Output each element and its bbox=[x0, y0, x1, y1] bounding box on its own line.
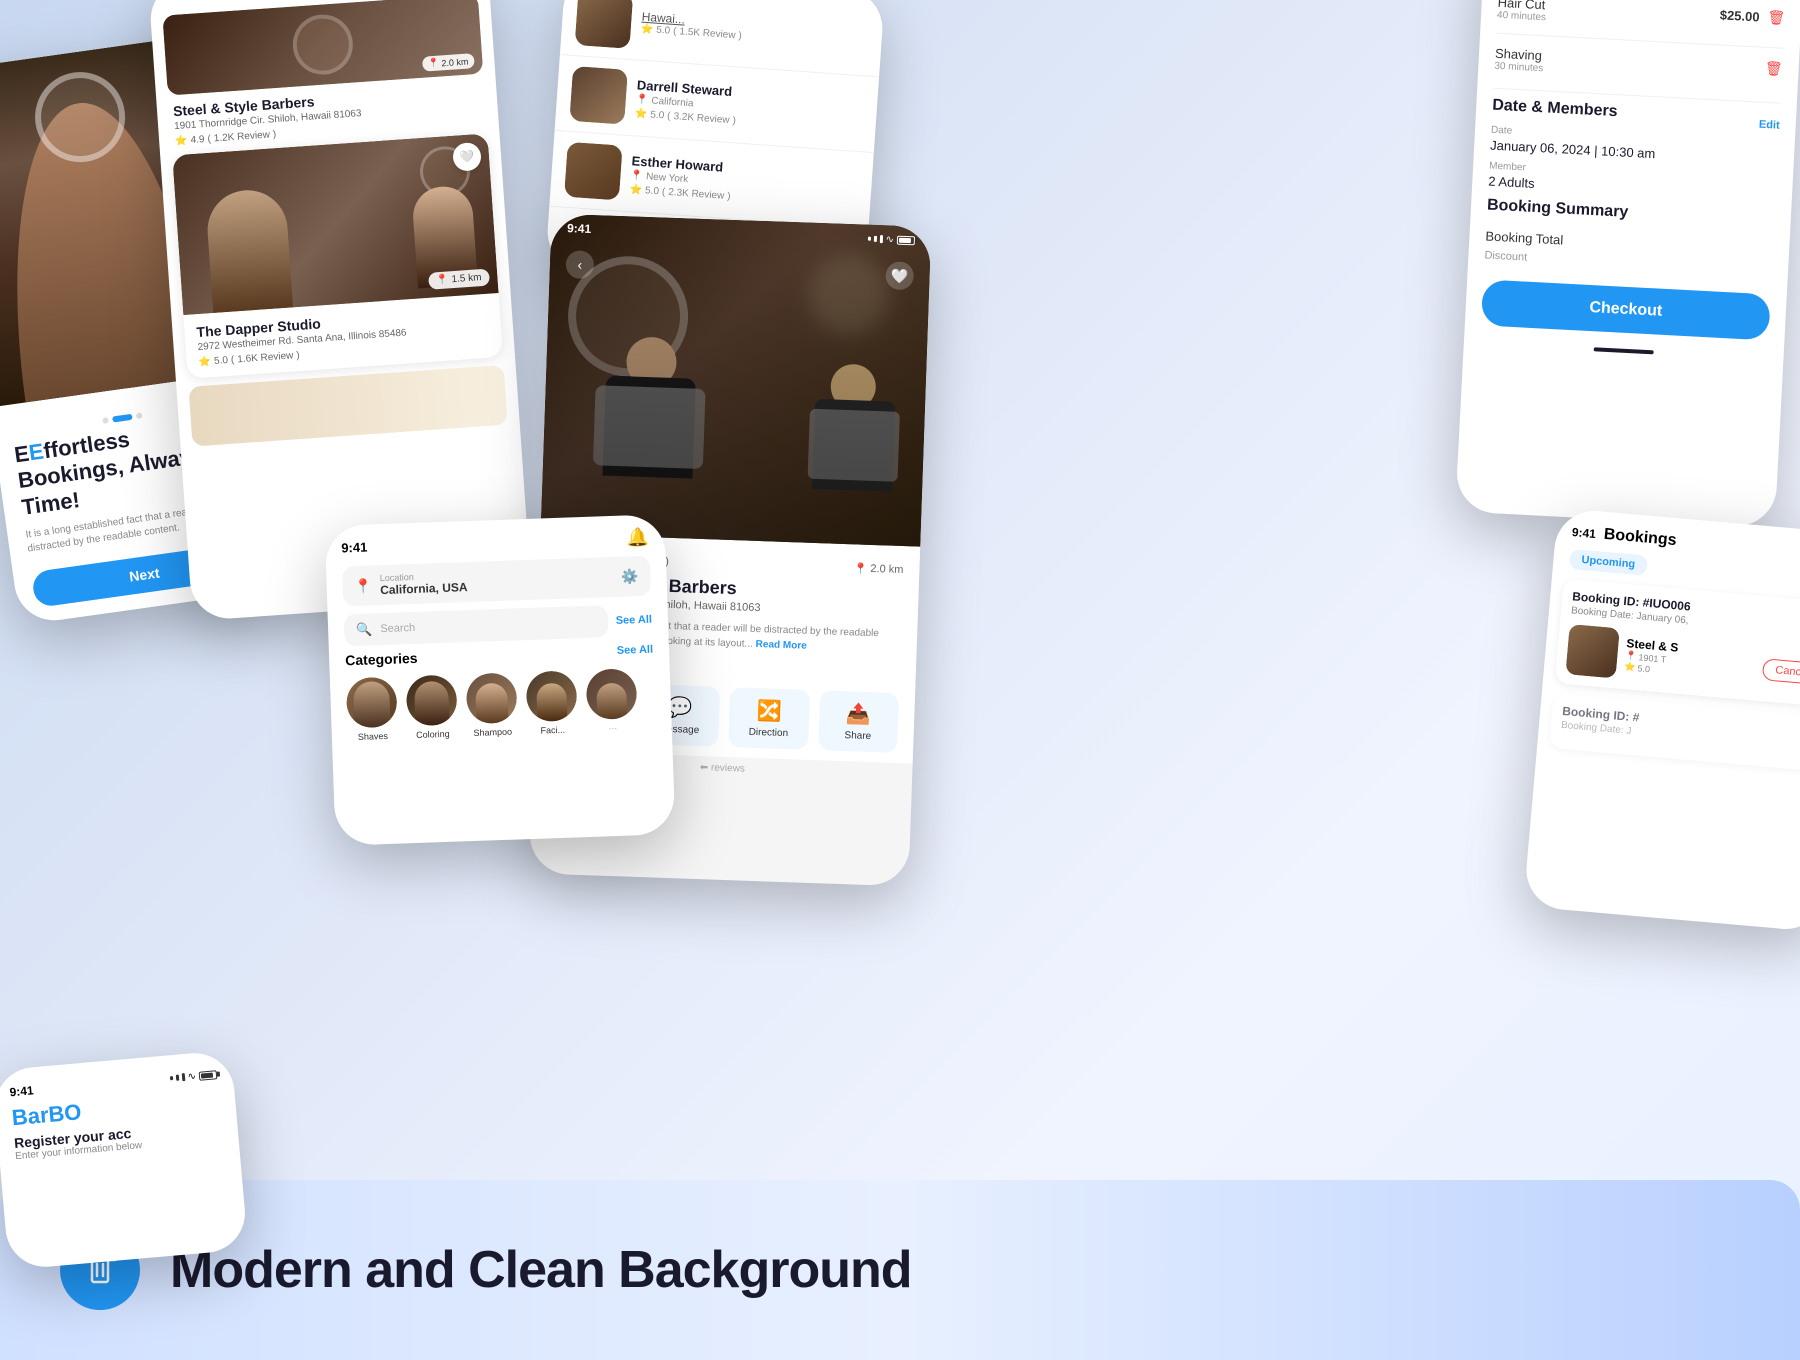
edit-link[interactable]: Edit bbox=[1759, 119, 1780, 132]
categories-section: Categories See All Shaves Coloring bbox=[329, 641, 672, 743]
checkout-button[interactable]: Checkout bbox=[1481, 279, 1771, 340]
date-members-title: Date & Members bbox=[1492, 97, 1618, 122]
card-2-photo: 🤍 📍 1.5 km bbox=[172, 133, 498, 315]
notification-icon[interactable]: 🔔 bbox=[626, 527, 649, 549]
filter-icon[interactable]: ⚙️ bbox=[621, 568, 639, 586]
categories-see-all[interactable]: See All bbox=[617, 644, 654, 657]
categories-title: Categories bbox=[345, 650, 418, 669]
category-facial[interactable]: Faci... bbox=[526, 670, 578, 736]
phone-register: 9:41 ∿ BarBO Register your acc Enter you… bbox=[0, 1050, 248, 1270]
dot-2 bbox=[112, 414, 133, 423]
direction-button[interactable]: 🔀 Direction bbox=[728, 687, 810, 750]
booking-item-2: Booking ID: # Booking Date: J bbox=[1549, 693, 1800, 772]
cancel-button-1[interactable]: Cancel bbox=[1762, 658, 1800, 685]
booking-header: Services $30.00 Hair Cut 40 minutes $25.… bbox=[1468, 0, 1800, 287]
search-bar[interactable]: 🔍 Search bbox=[344, 605, 609, 646]
booking-summary-title: Booking Summary bbox=[1487, 196, 1776, 229]
barber-card-2[interactable]: 🤍 📍 1.5 km The Dapper Studio 2972 Westhe… bbox=[172, 133, 503, 378]
barber-hawaii-photo bbox=[575, 0, 634, 49]
date-section: Date January 06, 2024 | 10:30 am Member … bbox=[1488, 125, 1779, 204]
location-pin-icon: 📍 bbox=[354, 577, 372, 595]
phone-booking: Services $30.00 Hair Cut 40 minutes $25.… bbox=[1455, 0, 1800, 528]
share-button[interactable]: 📤 Share bbox=[818, 690, 900, 753]
read-more-link[interactable]: Read More bbox=[755, 639, 806, 652]
booking-item-1: Booking ID: #IUO006 Booking Date: Januar… bbox=[1555, 578, 1800, 707]
delete-shaving-icon[interactable]: 🗑 bbox=[1764, 60, 1783, 78]
bottom-banner: Modern and Clean Background bbox=[0, 1180, 1800, 1360]
category-extra[interactable]: ··· bbox=[586, 668, 638, 734]
detail-photo: 9:41 ∿ bbox=[540, 214, 931, 547]
location-pin-small: 📍 bbox=[636, 94, 649, 106]
phone-search: 9:41 🔔 📍 Location California, USA ⚙️ 🔍 S… bbox=[325, 514, 676, 846]
dot-3 bbox=[136, 412, 143, 419]
search-icon: 🔍 bbox=[356, 621, 373, 638]
category-shampoo[interactable]: Shampoo bbox=[466, 672, 518, 738]
share-icon: 📤 bbox=[846, 701, 872, 727]
wifi-register-icon: ∿ bbox=[187, 1071, 196, 1083]
delete-haircut-icon[interactable]: 🗑 bbox=[1767, 9, 1786, 27]
direction-icon: 🔀 bbox=[756, 698, 782, 724]
banner-text: Modern and Clean Background bbox=[170, 1240, 912, 1300]
barber-esther-photo bbox=[564, 142, 623, 201]
service-shaving-row: Shaving 30 minutes 🗑 bbox=[1494, 42, 1783, 91]
wifi-detail-icon: ∿ bbox=[885, 234, 894, 245]
register-header: 9:41 ∿ BarBO Register your acc Enter you… bbox=[0, 1050, 240, 1172]
barber-darrell-photo bbox=[569, 66, 628, 125]
home-indicator bbox=[1594, 347, 1654, 354]
see-all-link[interactable]: See All bbox=[616, 614, 653, 627]
dot-1 bbox=[102, 417, 109, 424]
category-shaves[interactable]: Shaves bbox=[346, 677, 398, 743]
location-pin-esther: 📍 bbox=[630, 170, 643, 182]
service-haircut-row: Hair Cut 40 minutes $25.00 🗑 bbox=[1497, 0, 1786, 40]
shop-image-1 bbox=[1566, 624, 1620, 678]
phone-bookings-list: 9:41 Bookings ‹ Upcoming Booking ID: #IU… bbox=[1523, 508, 1800, 933]
barber-card-3-partial bbox=[188, 365, 507, 447]
category-coloring[interactable]: Coloring bbox=[406, 675, 458, 741]
categories-row: Shaves Coloring Shampoo bbox=[346, 668, 656, 743]
